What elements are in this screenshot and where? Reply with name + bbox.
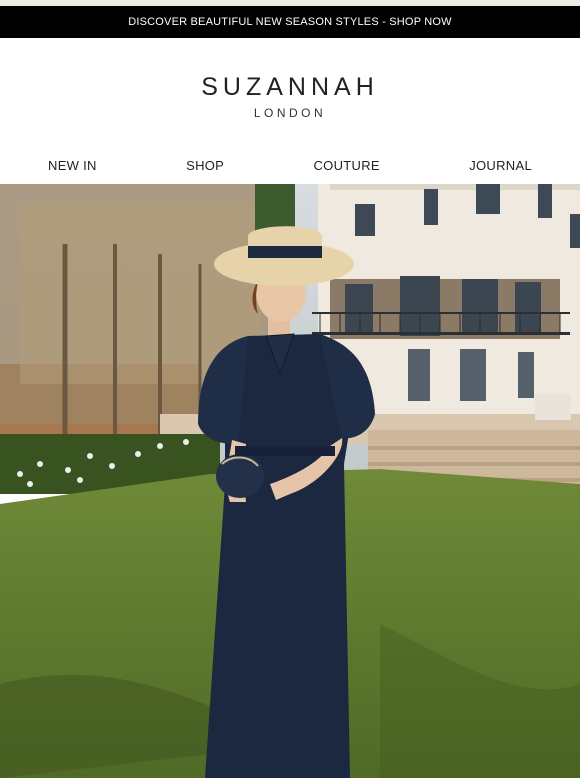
nav-item-shop[interactable]: SHOP — [186, 158, 224, 173]
brand-logo[interactable]: SUZANNAH LONDON — [0, 38, 580, 146]
hero-illustration — [0, 184, 580, 778]
promo-banner[interactable]: DISCOVER BEAUTIFUL NEW SEASON STYLES - S… — [0, 6, 580, 38]
main-nav: NEW IN SHOP COUTURE JOURNAL — [0, 146, 580, 184]
hero-image[interactable] — [0, 184, 580, 778]
brand-subtitle: LONDON — [253, 105, 327, 120]
brand-name: SUZANNAH — [201, 72, 379, 101]
nav-item-new-in[interactable]: NEW IN — [48, 158, 97, 173]
nav-item-couture[interactable]: COUTURE — [313, 158, 379, 173]
clutch-bag — [216, 454, 264, 498]
nav-item-journal[interactable]: JOURNAL — [469, 158, 532, 173]
promo-text[interactable]: DISCOVER BEAUTIFUL NEW SEASON STYLES - S… — [128, 16, 452, 28]
